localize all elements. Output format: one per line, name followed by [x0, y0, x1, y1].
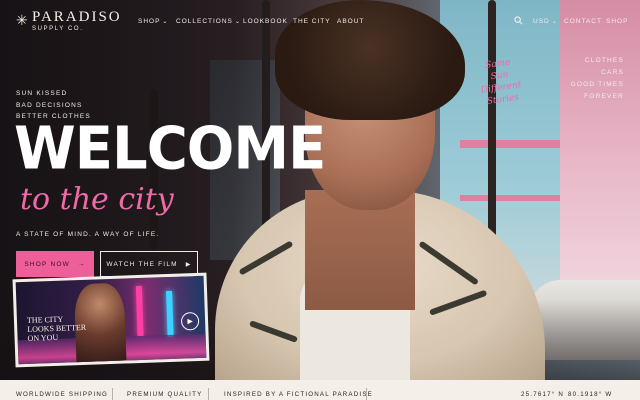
nav-contact[interactable]: CONTACT: [564, 18, 602, 25]
hero-section: ✳ PARADISO SUPPLY CO. SHOP ⌄ COLLECTIONS ⌄…: [0, 0, 640, 380]
chevron-down-icon: ⌄: [551, 19, 558, 25]
footer-longitude: 80.1918° W: [568, 391, 613, 398]
currency-label: USD: [533, 18, 550, 25]
nav-about[interactable]: ABOUT: [337, 18, 364, 25]
footer-divider: [366, 388, 367, 400]
search-icon[interactable]: [514, 16, 523, 27]
nav-lookbook[interactable]: LOOKBOOK: [243, 18, 288, 25]
side-right-item: CLOTHES: [584, 57, 624, 64]
background-building: [560, 0, 640, 300]
nav-the-city[interactable]: THE CITY: [293, 18, 331, 25]
side-left-item: SUN KISSED: [16, 90, 68, 97]
footer-inspired: INSPIRED BY A FICTIONAL PARADISE: [224, 391, 374, 398]
script-note: Same Sun Different Stories: [477, 55, 524, 108]
play-icon[interactable]: ▶: [180, 311, 200, 331]
nav-shop-label: SHOP: [138, 18, 161, 25]
nav-collections[interactable]: COLLECTIONS ⌄: [176, 18, 241, 25]
currency-selector[interactable]: USD ⌄: [533, 18, 558, 25]
footer-bar: WORLDWIDE SHIPPING PREMIUM QUALITY INSPI…: [0, 380, 640, 400]
nav-collections-label: COLLECTIONS: [176, 18, 233, 25]
hero-script-subtitle: to the city: [20, 182, 174, 217]
building-stripe: [460, 195, 570, 201]
building-stripe: [460, 140, 570, 148]
side-right-item: CARS: [601, 69, 624, 76]
side-list-right: CLOTHES CARS GOOD TIMES FOREVER: [571, 55, 624, 103]
side-right-item: FOREVER: [584, 93, 624, 100]
chevron-down-icon: ⌄: [234, 19, 241, 25]
footer-divider: [208, 388, 209, 400]
video-card[interactable]: THE CITY LOOKS BETTER ON YOU ▶: [12, 272, 210, 368]
shop-now-label: SHOP NOW: [24, 260, 70, 268]
neon-sign: [166, 290, 174, 338]
starburst-icon: ✳: [16, 12, 28, 28]
hero-tagline: A STATE OF MIND. A WAY OF LIFE.: [16, 231, 160, 238]
hero-headline: WELCOME: [14, 114, 326, 184]
watch-film-prefix: WATCH: [106, 260, 136, 268]
nav-shop[interactable]: SHOP ⌄: [138, 18, 168, 25]
footer-shipping: WORLDWIDE SHIPPING: [16, 391, 109, 398]
footer-quality: PREMIUM QUALITY: [127, 391, 203, 398]
neon-sign: [135, 285, 144, 337]
arrow-right-icon: →: [77, 260, 86, 268]
side-left-item: BAD DECISIONS: [16, 101, 83, 109]
footer-latitude: 25.7617° N: [521, 391, 565, 398]
footer-divider: [112, 388, 113, 400]
card-caption: THE CITY LOOKS BETTER ON YOU: [27, 314, 88, 343]
side-right-item: GOOD TIMES: [570, 81, 624, 88]
chevron-down-icon: ⌄: [162, 19, 169, 25]
watch-film-label: THE FILM: [138, 260, 178, 268]
shop-now-button[interactable]: SHOP NOW →: [16, 251, 94, 277]
nav-shop-right[interactable]: SHOP: [606, 18, 628, 25]
play-icon: ▶: [185, 261, 192, 268]
top-navigation: ✳ PARADISO SUPPLY CO. SHOP ⌄ COLLECTIONS ⌄…: [0, 0, 640, 44]
brand-name: PARADISO: [32, 9, 122, 25]
brand-subtitle: SUPPLY CO.: [32, 26, 84, 32]
